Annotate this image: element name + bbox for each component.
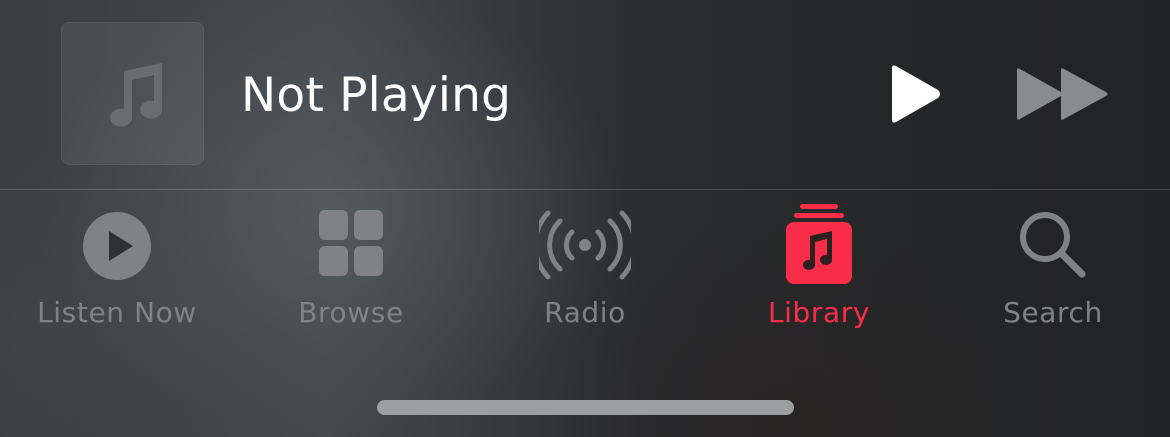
tab-radio[interactable]: Radio bbox=[468, 190, 702, 340]
now-playing-title: Not Playing bbox=[241, 68, 512, 123]
fast-forward-button[interactable] bbox=[1014, 66, 1112, 122]
mini-player[interactable]: Not Playing bbox=[0, 0, 1170, 189]
tab-browse[interactable]: Browse bbox=[234, 190, 468, 340]
home-indicator[interactable] bbox=[377, 400, 794, 415]
tab-label: Radio bbox=[544, 296, 626, 329]
music-note-icon bbox=[110, 63, 163, 127]
music-app-screen: Not Playing Listen Now Browse Radio Libr… bbox=[0, 0, 1170, 437]
tab-label: Library bbox=[767, 296, 871, 329]
tab-label: Browse bbox=[298, 296, 404, 329]
grid-icon bbox=[319, 210, 383, 276]
tab-library[interactable]: Library bbox=[702, 190, 936, 340]
play-button[interactable] bbox=[884, 62, 944, 126]
tab-listen-now[interactable]: Listen Now bbox=[0, 190, 234, 340]
play-circle-icon bbox=[83, 212, 151, 280]
tab-bar: Listen Now Browse Radio Library Search bbox=[0, 190, 1170, 350]
tab-label: Search bbox=[1003, 296, 1103, 329]
tab-search[interactable]: Search bbox=[936, 190, 1170, 340]
album-artwork-placeholder bbox=[61, 22, 204, 165]
play-icon bbox=[892, 65, 940, 123]
radio-broadcast-icon bbox=[539, 210, 631, 280]
tab-label: Listen Now bbox=[37, 296, 197, 329]
fast-forward-icon bbox=[1017, 68, 1108, 120]
magnifier-icon bbox=[1020, 212, 1086, 278]
library-music-icon bbox=[786, 204, 852, 284]
